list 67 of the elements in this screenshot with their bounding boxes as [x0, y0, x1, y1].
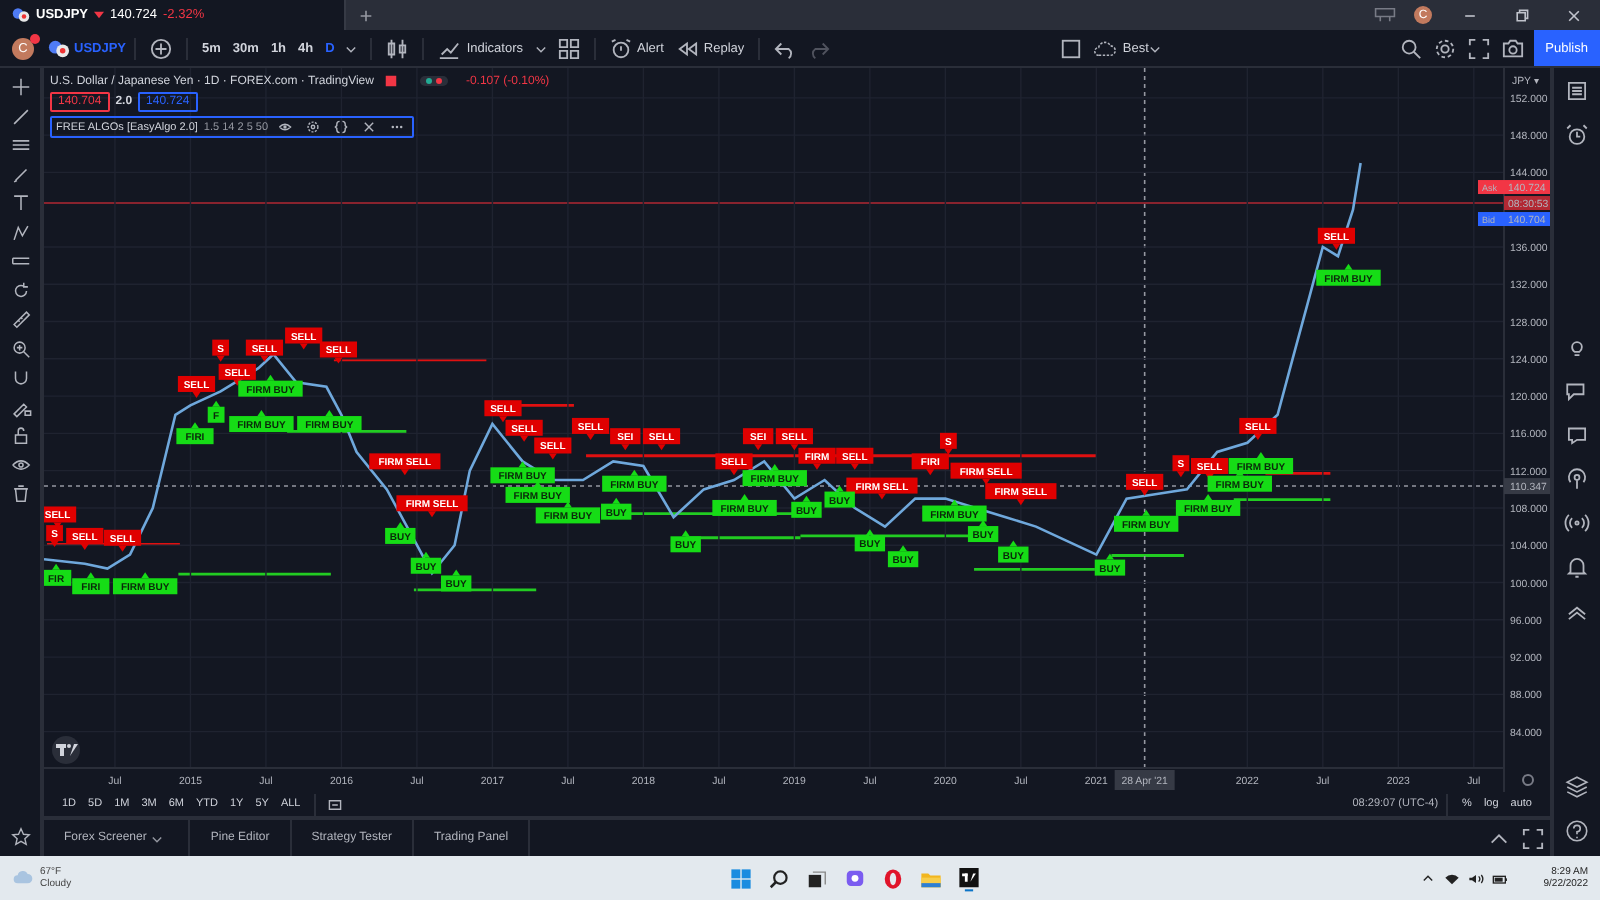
trash-icon[interactable]: [9, 482, 31, 504]
horizontal-lines-icon[interactable]: [9, 134, 31, 156]
battery-icon[interactable]: [1492, 871, 1508, 885]
line-chart-icon: [438, 37, 461, 59]
pattern-icon[interactable]: [9, 221, 31, 243]
close-icon[interactable]: [362, 120, 377, 134]
search-icon[interactable]: [1399, 37, 1422, 59]
axis-settings-icon[interactable]: [1522, 774, 1534, 786]
more-icon[interactable]: [390, 120, 405, 134]
cloud-icon: [12, 870, 34, 886]
chat-app-icon[interactable]: [843, 867, 865, 889]
text-icon[interactable]: [9, 192, 31, 214]
settings-icon[interactable]: [306, 120, 321, 134]
task-view-icon[interactable]: [805, 867, 827, 889]
search-icon[interactable]: [767, 867, 789, 889]
speaker-icon[interactable]: [1468, 871, 1484, 885]
eye-icon[interactable]: [278, 120, 293, 134]
message-icon[interactable]: [1564, 422, 1590, 448]
chevron-up-icon[interactable]: [1420, 871, 1436, 885]
maximize-icon[interactable]: [1522, 827, 1544, 849]
settings-icon[interactable]: [1433, 37, 1456, 59]
ruler-icon[interactable]: [9, 308, 31, 330]
help-icon[interactable]: [1564, 818, 1590, 844]
close-icon[interactable]: [1566, 7, 1582, 23]
camera-icon[interactable]: [1501, 37, 1524, 59]
list-icon[interactable]: [1564, 78, 1590, 104]
flag-icon[interactable]: [383, 74, 398, 88]
broadcast-icon[interactable]: [1564, 510, 1590, 536]
layers-icon[interactable]: [1564, 774, 1590, 800]
date-range-icon[interactable]: [328, 797, 343, 811]
caret-icon[interactable]: [533, 41, 548, 55]
lock-icon[interactable]: [9, 424, 31, 446]
add-circle-icon[interactable]: [150, 37, 173, 59]
alarm-clock-icon: [609, 37, 632, 59]
split-window-icon[interactable]: [1374, 4, 1396, 26]
rotate-icon[interactable]: [9, 279, 31, 301]
flags-icon: [48, 37, 70, 59]
brush-icon[interactable]: [9, 163, 31, 185]
flags-icon: [12, 6, 30, 24]
chat-icon[interactable]: [1564, 378, 1590, 404]
braces-icon[interactable]: [334, 120, 349, 134]
zoom-icon[interactable]: [9, 337, 31, 359]
chart-app-icon[interactable]: [957, 865, 979, 891]
browser-icon[interactable]: [881, 867, 903, 889]
trend-line-icon[interactable]: [9, 105, 31, 127]
magnet-icon[interactable]: [9, 366, 31, 388]
crosshair-icon[interactable]: [9, 76, 31, 98]
podcast-icon[interactable]: [1564, 466, 1590, 492]
alarm-clock-icon[interactable]: [1564, 122, 1590, 148]
start-icon[interactable]: [729, 867, 751, 889]
caret-icon: [150, 831, 165, 845]
down-triangle-icon: [94, 10, 105, 20]
caret-icon: [1148, 41, 1163, 55]
add-tab-icon[interactable]: [358, 7, 375, 23]
bell-icon[interactable]: [1564, 554, 1590, 580]
fullscreen-icon[interactable]: [1467, 37, 1490, 59]
restore-icon[interactable]: [1514, 7, 1530, 23]
templates-icon[interactable]: [557, 37, 580, 59]
rewind-icon: [675, 37, 698, 59]
star-icon[interactable]: [9, 826, 31, 848]
undo-icon[interactable]: [774, 37, 797, 59]
layout-icon[interactable]: [1060, 37, 1083, 59]
wifi-icon[interactable]: [1444, 871, 1460, 885]
notification-dot-icon: [30, 33, 40, 43]
candles-icon[interactable]: [386, 37, 409, 59]
caret-icon[interactable]: [344, 41, 359, 55]
cloud-icon: [1094, 37, 1117, 59]
